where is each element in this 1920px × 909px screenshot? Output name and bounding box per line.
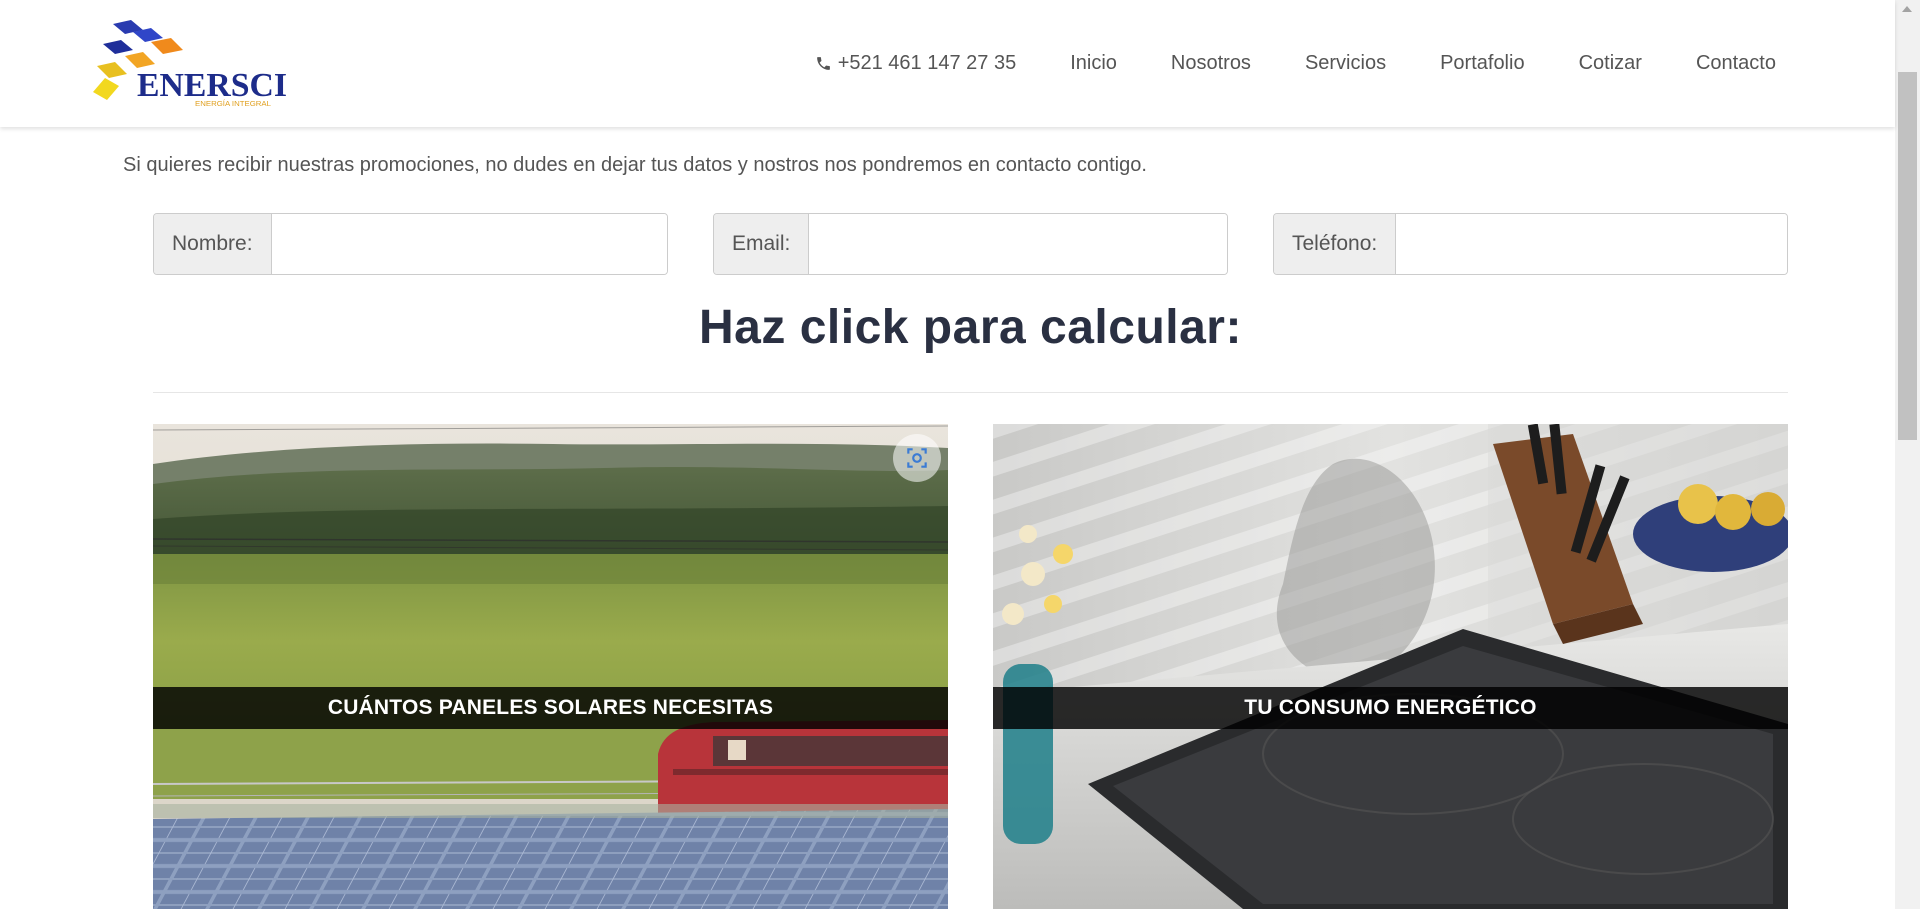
email-label: Email:: [714, 214, 810, 274]
site-logo[interactable]: ENERSCI ENERGÍA INTEGRAL: [93, 18, 293, 110]
energy-consumption-caption: TU CONSUMO ENERGÉTICO: [993, 687, 1788, 729]
scroll-thumb[interactable]: [1898, 72, 1917, 440]
nav-inicio[interactable]: Inicio: [1070, 52, 1117, 75]
logo-wordmark: ENERSCI: [137, 67, 287, 104]
email-field: Email:: [713, 213, 1228, 275]
promo-intro-text: Si quieres recibir nuestras promociones,…: [123, 154, 1147, 176]
calculator-heading: Haz click para calcular:: [699, 301, 1242, 354]
logo-tagline: ENERGÍA INTEGRAL: [195, 99, 271, 108]
lens-icon: [907, 448, 927, 468]
phone-icon: [816, 57, 830, 70]
email-input[interactable]: [809, 214, 1227, 274]
nav-cotizar[interactable]: Cotizar: [1579, 52, 1642, 75]
telefono-label: Teléfono:: [1274, 214, 1397, 274]
nav-contacto[interactable]: Contacto: [1696, 52, 1776, 75]
phone-link[interactable]: +521 461 147 27 35: [815, 52, 1017, 75]
nav-servicios[interactable]: Servicios: [1305, 52, 1386, 75]
nav-nosotros[interactable]: Nosotros: [1171, 52, 1251, 75]
visual-search-button[interactable]: [893, 434, 941, 482]
page-scrollbar[interactable]: [1895, 0, 1920, 909]
solar-panels-calculator-card[interactable]: CUÁNTOS PANELES SOLARES NECESITAS: [153, 424, 948, 909]
telefono-input[interactable]: [1396, 214, 1787, 274]
nombre-field: Nombre:: [153, 213, 668, 275]
nombre-label: Nombre:: [154, 214, 272, 274]
solar-panels-caption: CUÁNTOS PANELES SOLARES NECESITAS: [153, 687, 948, 729]
main-nav: +521 461 147 27 35 Inicio Nosotros Servi…: [815, 0, 1776, 127]
energy-consumption-calculator-card[interactable]: TU CONSUMO ENERGÉTICO: [993, 424, 1788, 909]
nav-portafolio[interactable]: Portafolio: [1440, 52, 1525, 75]
solar-field-photo: [153, 424, 948, 909]
kitchen-photo: [993, 424, 1788, 909]
phone-number: +521 461 147 27 35: [837, 52, 1017, 74]
section-divider: [153, 392, 1788, 393]
nombre-input[interactable]: [271, 214, 667, 274]
scroll-up-arrow[interactable]: [1902, 6, 1912, 12]
telefono-field: Teléfono:: [1273, 213, 1788, 275]
site-header: ENERSCI ENERGÍA INTEGRAL +521 461 147 27…: [0, 0, 1895, 127]
